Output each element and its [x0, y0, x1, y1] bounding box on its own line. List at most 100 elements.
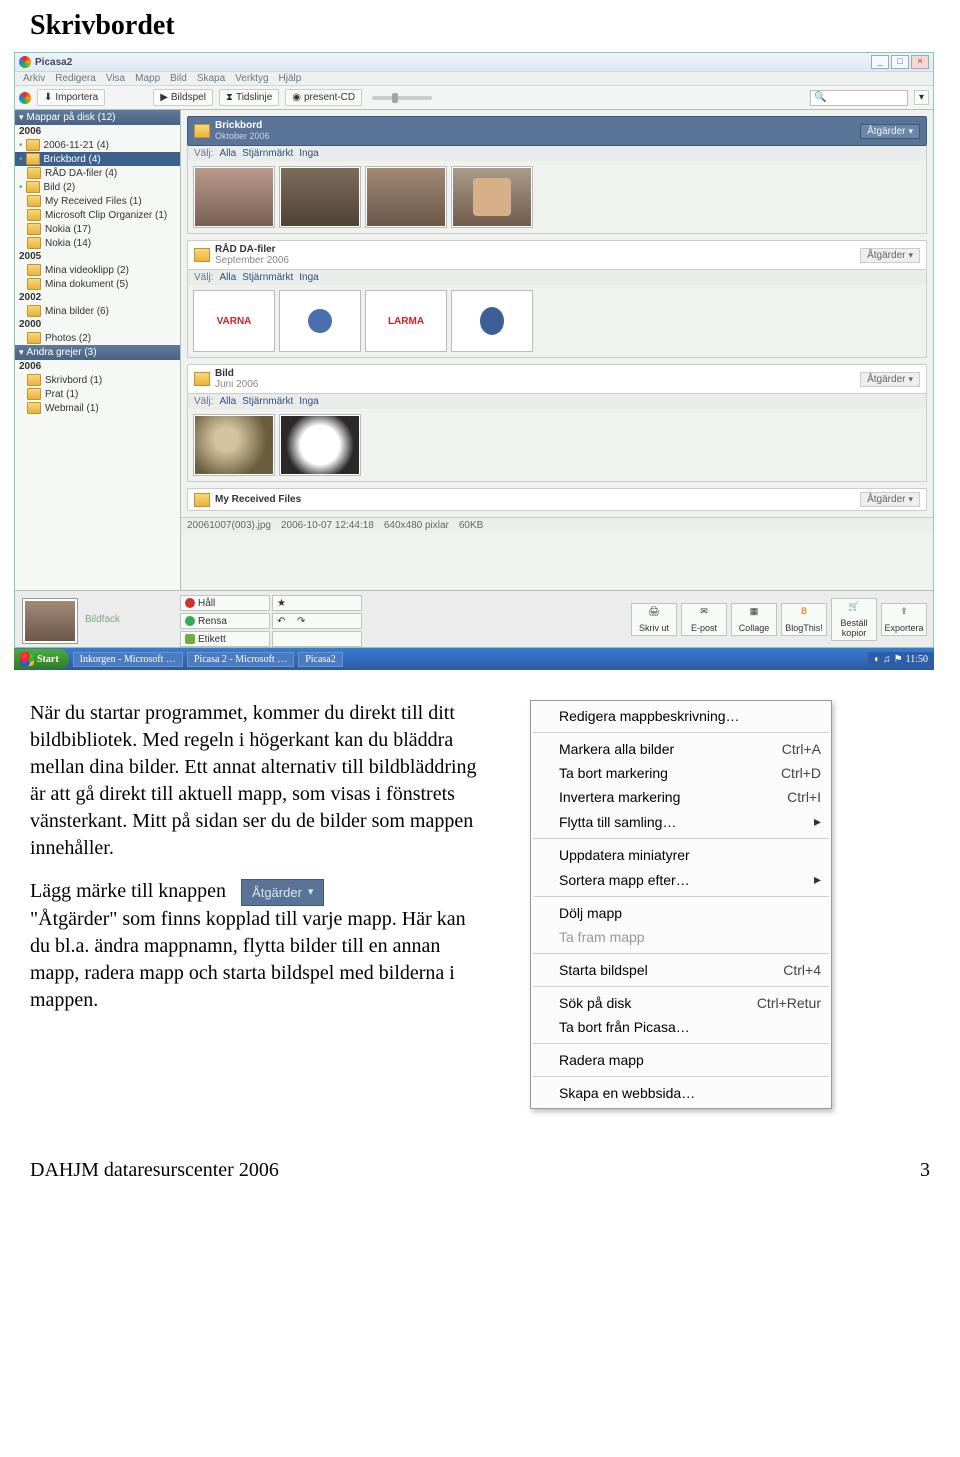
menu-item-select-all[interactable]: Markera alla bilderCtrl+A: [531, 737, 831, 761]
thumbnail[interactable]: VARNA: [194, 291, 274, 351]
label-button[interactable]: Etikett: [180, 631, 270, 647]
thumbnail[interactable]: [194, 167, 274, 227]
menu-item-deselect[interactable]: Ta bort markeringCtrl+D: [531, 761, 831, 785]
thumbnail[interactable]: [280, 415, 360, 475]
hold-button[interactable]: Håll: [180, 595, 270, 611]
menu-item-delete-folder[interactable]: Radera mapp: [531, 1048, 831, 1072]
folder-item[interactable]: Mina bilder (6): [15, 304, 180, 318]
email-button[interactable]: ✉E-post: [681, 603, 727, 636]
menu-item[interactable]: Mapp: [135, 73, 160, 84]
folder-item[interactable]: My Received Files (1): [15, 194, 180, 208]
menu-item-hide-folder[interactable]: Dölj mapp: [531, 901, 831, 925]
menu-item[interactable]: Arkiv: [23, 73, 45, 84]
slideshow-button[interactable]: ▶Bildspel: [153, 89, 213, 106]
folder-icon: [27, 167, 41, 179]
maximize-button[interactable]: □: [891, 55, 909, 69]
folder-icon: [27, 237, 41, 249]
select-row: Välj: Alla Stjärnmärkt Inga: [187, 146, 927, 161]
zoom-slider[interactable]: [372, 96, 432, 100]
menu-item-create-webpage[interactable]: Skapa en webbsida…: [531, 1081, 831, 1105]
folder-icon: [27, 402, 41, 414]
sidebar-other-header[interactable]: Andra grejer (3): [15, 345, 180, 360]
select-none-link[interactable]: Inga: [299, 148, 318, 159]
collapse-button[interactable]: ▾: [914, 90, 929, 105]
menu-item[interactable]: Skapa: [197, 73, 225, 84]
folder-item-selected[interactable]: Brickbord (4): [15, 152, 180, 166]
folder-item[interactable]: Photos (2): [15, 331, 180, 345]
star-button[interactable]: ★: [272, 595, 362, 611]
folder-item[interactable]: Microsoft Clip Organizer (1): [15, 208, 180, 222]
rotate-buttons[interactable]: ↶ ↷: [272, 613, 362, 629]
tray-thumbnail[interactable]: [23, 599, 77, 643]
actions-button[interactable]: Åtgärder: [860, 372, 920, 387]
select-none-link[interactable]: Inga: [299, 396, 318, 407]
menu-item-update-thumbnails[interactable]: Uppdatera miniatyrer: [531, 843, 831, 867]
folder-item[interactable]: Bild (2): [15, 180, 180, 194]
select-all-link[interactable]: Alla: [219, 272, 236, 283]
menu-item-search-disk[interactable]: Sök på diskCtrl+Retur: [531, 991, 831, 1015]
order-button[interactable]: 🛒Beställ kopior: [831, 598, 877, 641]
actions-button[interactable]: Åtgärder: [860, 248, 920, 263]
close-button[interactable]: ×: [911, 55, 929, 69]
minimize-button[interactable]: _: [871, 55, 889, 69]
menu-item[interactable]: Verktyg: [235, 73, 268, 84]
clear-button[interactable]: Rensa: [180, 613, 270, 629]
timeline-button[interactable]: ⧗Tidslinje: [219, 89, 279, 106]
menu-item[interactable]: Visa: [106, 73, 125, 84]
folder-item[interactable]: 2006-11-21 (4): [15, 138, 180, 152]
print-button[interactable]: 🖨Skriv ut: [631, 603, 677, 636]
folder-item[interactable]: Prat (1): [15, 387, 180, 401]
thumbnail[interactable]: [280, 291, 360, 351]
folder-item[interactable]: Nokia (14): [15, 236, 180, 250]
collage-button[interactable]: ▦Collage: [731, 603, 777, 636]
actions-button[interactable]: Åtgärder: [860, 492, 920, 507]
taskbar-task[interactable]: Picasa 2 - Microsoft …: [187, 652, 294, 667]
thumbnail[interactable]: [194, 415, 274, 475]
blog-button[interactable]: BBlogThis!: [781, 603, 827, 636]
select-all-link[interactable]: Alla: [219, 396, 236, 407]
folder-item[interactable]: Skrivbord (1): [15, 373, 180, 387]
menu-item[interactable]: Bild: [170, 73, 187, 84]
folder-icon: [27, 209, 41, 221]
select-starred-link[interactable]: Stjärnmärkt: [242, 396, 293, 407]
search-input[interactable]: [810, 90, 908, 106]
taskbar-task[interactable]: Inkorgen - Microsoft …: [73, 652, 183, 667]
thumbnail[interactable]: [452, 291, 532, 351]
sidebar-folders-header[interactable]: Mappar på disk (12): [15, 110, 180, 125]
album-header: My Received Files Åtgärder: [187, 488, 927, 511]
import-button[interactable]: ⬇Importera: [37, 89, 105, 106]
taskbar-task[interactable]: Picasa2: [298, 652, 343, 667]
select-starred-link[interactable]: Stjärnmärkt: [242, 272, 293, 283]
select-all-link[interactable]: Alla: [219, 148, 236, 159]
select-none-link[interactable]: Inga: [299, 272, 318, 283]
folder-item[interactable]: Webmail (1): [15, 401, 180, 415]
folder-icon: [26, 181, 40, 193]
extra-button[interactable]: [272, 631, 362, 647]
window-titlebar: Picasa2 _ □ ×: [15, 53, 933, 72]
menu-separator: [533, 838, 829, 839]
menu-item-edit-description[interactable]: Redigera mappbeskrivning…: [531, 704, 831, 728]
folder-item[interactable]: RÅD DA-filer (4): [15, 166, 180, 180]
menu-item-start-slideshow[interactable]: Starta bildspelCtrl+4: [531, 958, 831, 982]
export-button[interactable]: ⇪Exportera: [881, 603, 927, 636]
thumbnail[interactable]: [280, 167, 360, 227]
select-starred-link[interactable]: Stjärnmärkt: [242, 148, 293, 159]
sidebar-year: 2005: [15, 250, 180, 263]
menu-item-remove-from-picasa[interactable]: Ta bort från Picasa…: [531, 1015, 831, 1039]
system-tray[interactable]: ◐♫⚑11:50: [868, 652, 934, 667]
folder-item[interactable]: Nokia (17): [15, 222, 180, 236]
thumbnail[interactable]: [366, 167, 446, 227]
folder-item[interactable]: Mina dokument (5): [15, 277, 180, 291]
start-button[interactable]: Start: [14, 649, 69, 669]
menu-item-sort-folder[interactable]: Sortera mapp efter…: [531, 867, 831, 892]
menu-item-move-to-collection[interactable]: Flytta till samling…: [531, 809, 831, 834]
thumbnail[interactable]: LARMA: [366, 291, 446, 351]
picasa-icon: [19, 92, 31, 104]
folder-item[interactable]: Mina videoklipp (2): [15, 263, 180, 277]
menu-item[interactable]: Hjälp: [279, 73, 302, 84]
gift-cd-button[interactable]: ◉present-CD: [285, 89, 362, 106]
menu-item[interactable]: Redigera: [55, 73, 96, 84]
actions-button[interactable]: Åtgärder: [860, 124, 920, 139]
thumbnail[interactable]: [452, 167, 532, 227]
menu-item-invert-selection[interactable]: Invertera markeringCtrl+I: [531, 785, 831, 809]
